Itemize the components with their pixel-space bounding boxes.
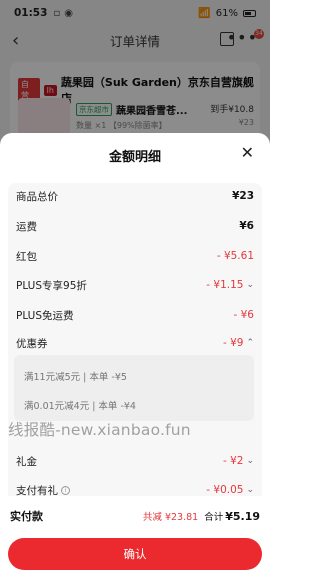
- coupon-item: 满11元减5元 | 本单 -¥5: [24, 372, 127, 383]
- row-label: 商品总价: [16, 190, 58, 203]
- row-value: ¥6: [239, 220, 254, 232]
- row-label: 红包: [16, 250, 37, 263]
- row-coupon[interactable]: 优惠券 - ¥9 ⌃: [16, 332, 254, 354]
- pay-label: 实付款: [10, 510, 43, 523]
- row-gift-money[interactable]: 礼金 - ¥2 ⌄: [16, 450, 254, 472]
- row-value: - ¥6: [233, 309, 255, 321]
- row-value: ¥23: [232, 190, 254, 202]
- total-label: 合计: [204, 512, 224, 523]
- confirm-button[interactable]: 确认: [8, 538, 262, 570]
- coupon-detail-box: 满11元减5元 | 本单 -¥5 满0.01元减4元 | 本单 -¥4: [14, 355, 254, 421]
- row-label: PLUS专享95折: [16, 279, 87, 292]
- chevron-down-icon: ⌄: [246, 485, 254, 495]
- chevron-down-icon: ⌄: [246, 280, 254, 290]
- sheet-title: 金额明细: [108, 149, 161, 165]
- row-red-packet: 红包 - ¥5.61: [16, 245, 254, 267]
- info-icon[interactable]: i: [61, 485, 70, 495]
- row-value: - ¥1.15: [206, 279, 244, 291]
- row-label: 优惠券: [16, 337, 48, 350]
- row-shipping: 运费 ¥6: [16, 215, 254, 237]
- row-label: PLUS免运费: [16, 309, 74, 322]
- row-value: - ¥2: [222, 455, 244, 467]
- row-item-total: 商品总价 ¥23: [16, 185, 254, 207]
- row-value: - ¥0.05: [206, 484, 244, 496]
- row-value: - ¥5.61: [216, 250, 254, 262]
- payment-summary: 实付款 共减 ¥23.81 合计 ¥5.19: [0, 496, 270, 536]
- total-reduction: 共减 ¥23.81: [142, 512, 199, 523]
- chevron-down-icon: ⌄: [246, 456, 254, 466]
- row-plus-discount[interactable]: PLUS专享95折 - ¥1.15 ⌄: [16, 274, 254, 296]
- total-amount: ¥5.19: [225, 509, 260, 523]
- row-label: 运费: [16, 220, 37, 233]
- row-plus-free-shipping: PLUS免运费 - ¥6: [16, 304, 254, 326]
- coupon-item: 满0.01元减4元 | 本单 -¥4: [24, 401, 136, 412]
- amount-list: 商品总价 ¥23 运费 ¥6 红包 - ¥5.61 PLUS专享95折 - ¥1…: [8, 183, 262, 501]
- row-label: 礼金: [16, 455, 37, 468]
- system-nav-bar: [0, 574, 270, 585]
- sheet-header: 金额明细 ✕: [0, 133, 270, 177]
- chevron-up-icon: ⌃: [246, 338, 254, 348]
- row-value: - ¥9: [222, 337, 244, 349]
- close-icon[interactable]: ✕: [241, 145, 254, 161]
- watermark-text: 线报酷-new.xianbao.fun: [8, 421, 191, 439]
